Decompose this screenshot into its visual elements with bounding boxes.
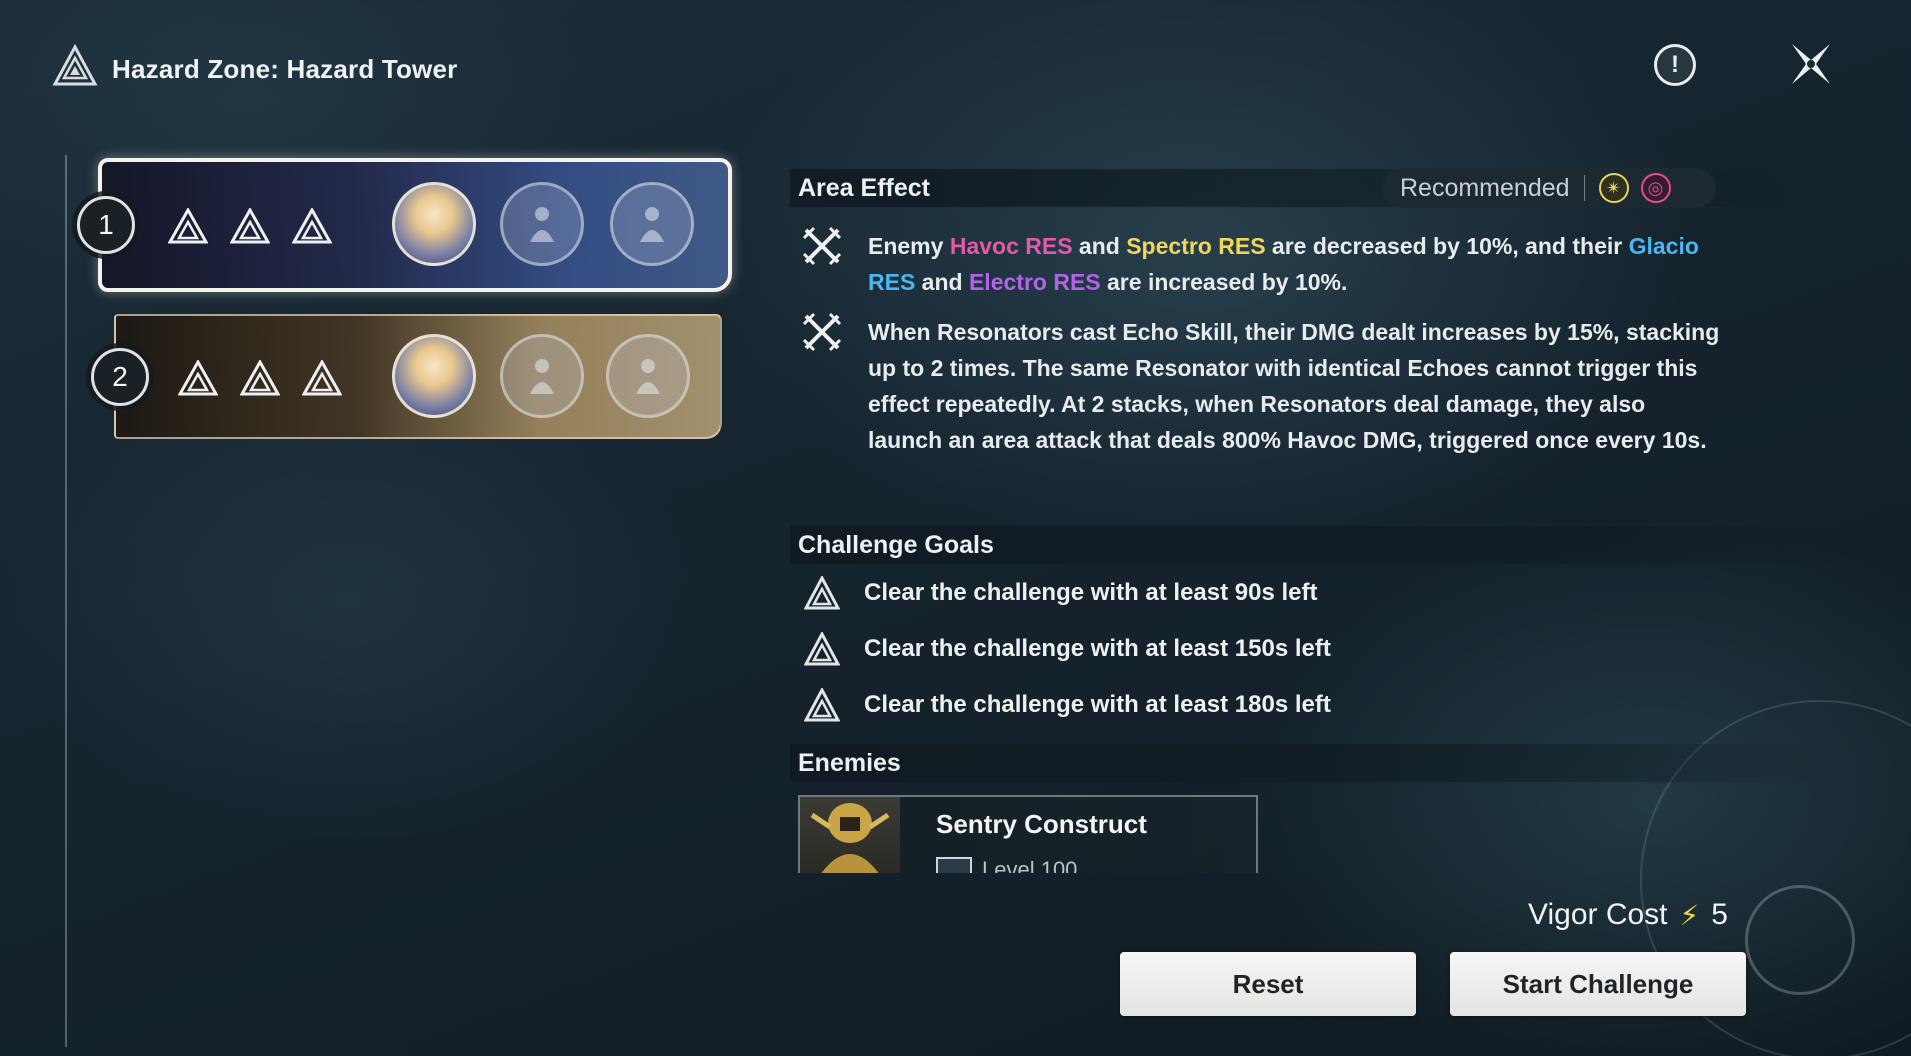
star-icon [240,360,280,396]
stage-number-badge: 2 [91,348,149,406]
challenge-goal: Clear the challenge with at least 150s l… [804,632,1331,666]
havoc-res-text: Havoc RES [949,233,1073,259]
crossed-swords-icon [802,312,842,352]
person-placeholder-icon [530,207,554,242]
person-placeholder-icon [636,359,660,394]
person-placeholder-icon [640,207,664,242]
star-icon [302,360,342,396]
star-icon [804,576,840,610]
team-slot-empty [610,182,694,266]
havoc-icon: ◎ [1640,173,1671,203]
star-icon [168,208,208,244]
enemy-portrait [800,797,900,873]
stage-card-1[interactable]: 1 [77,158,732,292]
close-icon [1792,44,1830,84]
electro-res-text: Electro RES [968,269,1101,295]
area-effect-text-2: When Resonators cast Echo Skill, their D… [868,319,1720,453]
page-title: Hazard Zone: Hazard Tower [112,53,458,84]
star-icon [230,208,270,244]
challenge-goal: Clear the challenge with at least 90s le… [804,576,1318,610]
stage-rail [65,155,67,1047]
enemies-header: Enemies [790,744,1830,782]
challenge-goals-header: Challenge Goals [790,526,1830,564]
spectro-res-text: Spectro RES [1126,233,1266,259]
team-slot-empty [500,182,584,266]
stage-number-badge: 1 [77,196,135,254]
stage-stars [168,208,332,244]
lightning-bolt-icon: ⚡ [1679,899,1700,931]
stage-card-2[interactable]: 2 [91,314,722,439]
area-effect-item: Enemy Havoc RES and Spectro RES are decr… [800,226,1720,300]
star-icon [292,208,332,244]
challenge-goal: Clear the challenge with at least 180s l… [804,688,1331,722]
spectro-icon: ✴ [1598,173,1629,203]
enemy-card[interactable]: Sentry Construct Level 100 [798,795,1258,873]
stage-stars [178,360,342,396]
person-placeholder-icon [530,359,554,394]
team-avatar [392,334,476,418]
team-slot-empty [606,334,690,418]
start-challenge-button[interactable]: Start Challenge [1450,952,1746,1016]
info-button[interactable]: ! [1654,44,1696,86]
decorative-ring-small [1745,885,1855,995]
recommended-elements: Recommended ✴ ◎ [1382,168,1716,208]
divider [1583,175,1585,201]
vigor-cost-value: 5 [1711,898,1728,931]
enemy-level: Level 100 [982,857,1078,873]
star-icon [804,632,840,666]
level-icon [936,857,972,873]
area-effect-item: When Resonators cast Echo Skill, their D… [800,312,1720,458]
close-button[interactable] [1786,38,1836,90]
reset-button[interactable]: Reset [1120,952,1416,1016]
team-slot-empty [500,334,584,418]
star-icon [178,360,218,396]
vigor-cost: Vigor Cost ⚡ 5 [1528,898,1728,932]
page-header: Hazard Zone: Hazard Tower [52,43,458,95]
vigor-cost-label: Vigor Cost [1528,898,1668,931]
info-icon: ! [1671,51,1679,78]
area-effect-text-1: Enemy Havoc RES and Spectro RES are decr… [868,233,1699,295]
team-avatar [392,182,476,266]
enemy-name: Sentry Construct [936,809,1147,839]
recommended-label: Recommended [1400,173,1570,202]
star-icon [804,688,840,722]
hazard-tower-logo-icon [52,43,98,95]
crossed-swords-icon [802,226,842,266]
